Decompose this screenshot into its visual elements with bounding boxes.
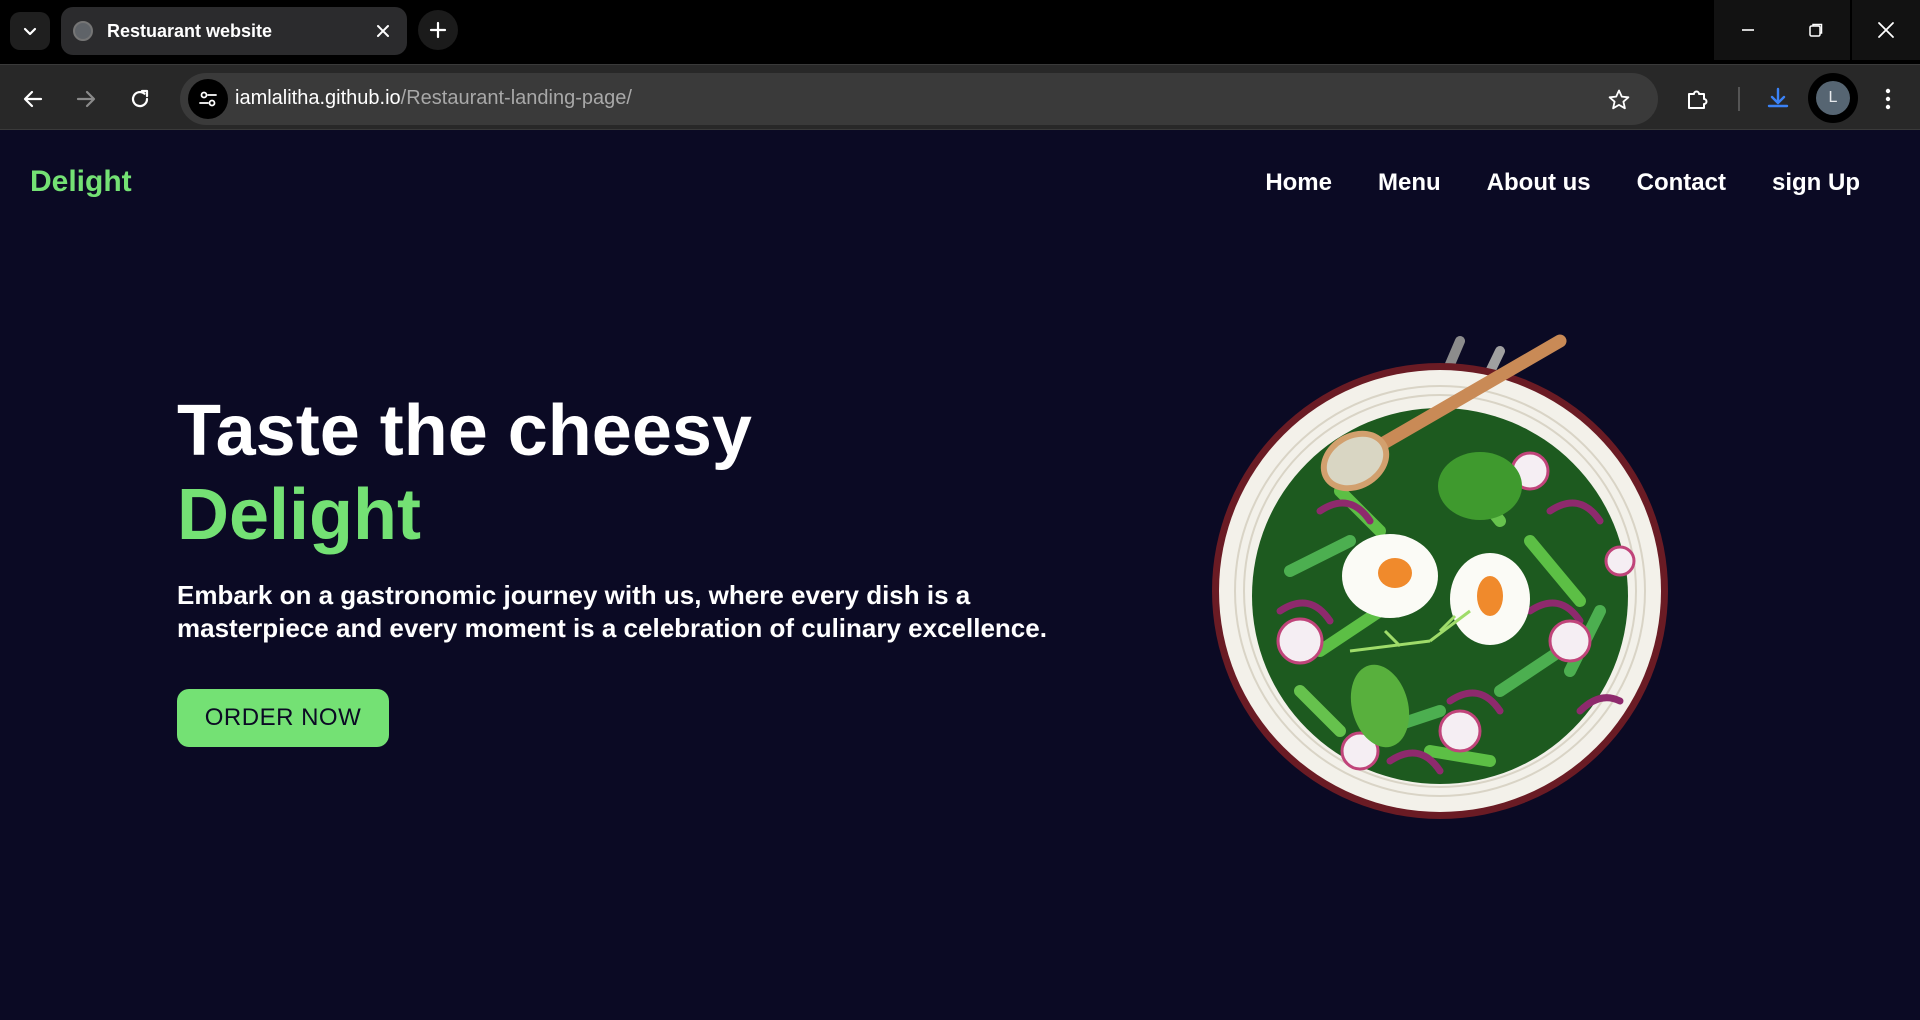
site-logo[interactable]: Delight xyxy=(30,165,132,199)
tab-title: Restuarant website xyxy=(107,21,273,41)
profile-avatar[interactable]: L xyxy=(1808,73,1858,123)
forward-button[interactable] xyxy=(66,79,106,119)
back-button[interactable] xyxy=(13,79,53,119)
profile-initial: L xyxy=(1816,81,1850,115)
bookmark-button[interactable] xyxy=(1604,85,1634,115)
hero-title: Taste the cheesy xyxy=(177,391,752,471)
browser-menu-button[interactable] xyxy=(1868,79,1908,119)
restore-icon xyxy=(1809,23,1823,37)
close-icon xyxy=(1878,22,1894,38)
toolbar-divider xyxy=(1738,87,1740,111)
restore-button[interactable] xyxy=(1782,0,1850,60)
nav-sign-up[interactable]: sign Up xyxy=(1772,169,1860,197)
chevron-down-icon xyxy=(23,27,37,36)
plus-icon xyxy=(429,21,447,39)
browser-tab-bar: Restuarant website xyxy=(0,0,1920,64)
active-tab[interactable]: Restuarant website xyxy=(61,7,407,55)
minimize-icon xyxy=(1742,29,1754,31)
reload-button[interactable] xyxy=(120,79,160,119)
url-path: /Restaurant-landing-page/ xyxy=(400,87,632,109)
main-nav: Home Menu About us Contact sign Up xyxy=(1265,169,1860,197)
minimize-button[interactable] xyxy=(1714,0,1782,60)
nav-about-us[interactable]: About us xyxy=(1487,169,1591,197)
site-info-icon xyxy=(199,91,217,107)
close-window-button[interactable] xyxy=(1852,0,1920,60)
nav-contact[interactable]: Contact xyxy=(1637,169,1726,197)
site-info-button[interactable] xyxy=(188,79,228,119)
star-icon xyxy=(1608,89,1630,110)
address-bar[interactable]: iamlalitha.github.io/Restaurant-landing-… xyxy=(180,73,1658,125)
new-tab-button[interactable] xyxy=(418,10,458,50)
extensions-icon xyxy=(1688,90,1708,109)
globe-icon xyxy=(73,21,93,41)
forward-arrow-icon xyxy=(76,90,96,108)
url-text[interactable]: iamlalitha.github.io/Restaurant-landing-… xyxy=(235,87,632,110)
salad-bowl-image xyxy=(1212,334,1668,819)
url-host: iamlalitha.github.io xyxy=(235,87,401,109)
tab-close-button[interactable] xyxy=(371,19,395,43)
nav-home[interactable]: Home xyxy=(1265,169,1332,197)
back-arrow-icon xyxy=(23,90,43,108)
browser-toolbar: iamlalitha.github.io/Restaurant-landing-… xyxy=(0,64,1920,130)
download-icon xyxy=(1767,87,1789,108)
extensions-button[interactable] xyxy=(1678,79,1718,119)
order-now-button[interactable]: ORDER NOW xyxy=(177,689,389,747)
tab-search-button[interactable] xyxy=(10,12,50,50)
restaurant-landing-page: Delight Home Menu About us Contact sign … xyxy=(0,131,1920,1020)
more-vert-icon xyxy=(1885,88,1891,110)
reload-icon xyxy=(131,89,149,108)
hero-description: Embark on a gastronomic journey with us,… xyxy=(177,580,1047,643)
close-icon xyxy=(377,25,389,37)
downloads-button[interactable] xyxy=(1758,79,1798,119)
nav-menu[interactable]: Menu xyxy=(1378,169,1441,197)
hero-title-accent: Delight xyxy=(177,475,421,555)
